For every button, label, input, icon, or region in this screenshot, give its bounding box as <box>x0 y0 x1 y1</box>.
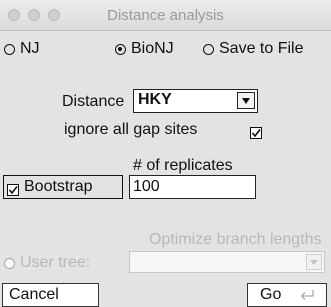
go-button[interactable]: Go <box>247 283 327 307</box>
radio-nj[interactable]: NJ <box>4 40 40 58</box>
checkmark-icon <box>8 185 18 195</box>
radio-save-to-file[interactable]: Save to File <box>203 40 303 58</box>
distance-label: Distance <box>62 93 125 110</box>
return-key-icon <box>300 290 314 300</box>
cancel-button[interactable]: Cancel <box>2 283 99 307</box>
distance-analysis-window: Distance analysis NJ BioNJ Save to File … <box>0 0 331 307</box>
ignore-gaps-checkbox[interactable] <box>250 126 262 139</box>
window-title: Distance analysis <box>107 7 224 24</box>
chevron-down-icon <box>237 92 255 109</box>
distance-select[interactable]: HKY <box>133 89 258 113</box>
replicates-input[interactable]: 100 <box>129 175 256 199</box>
radio-bionj-indicator[interactable] <box>115 43 126 55</box>
radio-user-tree-indicator[interactable] <box>4 257 15 269</box>
title-bar: Distance analysis <box>0 0 331 31</box>
bootstrap-checkbox-group[interactable]: Bootstrap <box>3 175 123 199</box>
radio-user-tree-label: User tree: <box>20 254 91 271</box>
user-tree-select[interactable] <box>129 251 325 273</box>
radio-bionj-label: BioNJ <box>131 40 174 57</box>
distance-select-value: HKY <box>138 91 172 108</box>
cancel-button-label: Cancel <box>9 286 59 303</box>
optimize-branch-lengths-label: Optimize branch lengths <box>149 231 322 248</box>
go-button-label: Go <box>260 286 282 303</box>
bootstrap-label: Bootstrap <box>24 178 93 195</box>
radio-bionj[interactable]: BioNJ <box>115 40 174 58</box>
chevron-down-icon <box>306 254 322 270</box>
radio-nj-label: NJ <box>20 40 40 57</box>
radio-save-to-file-label: Save to File <box>219 40 304 57</box>
radio-save-to-file-indicator[interactable] <box>203 43 214 55</box>
radio-nj-indicator[interactable] <box>4 43 15 55</box>
bootstrap-checkbox[interactable] <box>7 183 19 196</box>
checkmark-icon <box>251 128 261 138</box>
ignore-gaps-label: ignore all gap sites <box>64 121 198 138</box>
replicates-label: # of replicates <box>133 157 233 174</box>
radio-user-tree[interactable]: User tree: <box>4 254 90 272</box>
